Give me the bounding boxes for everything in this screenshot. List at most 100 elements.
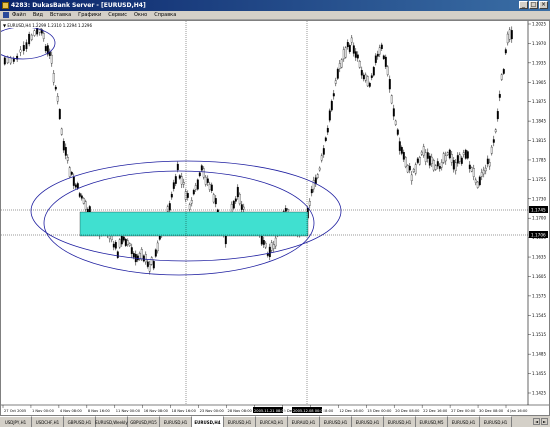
chart-tab[interactable]: GBPUSD,M15 xyxy=(128,416,160,427)
candle xyxy=(356,51,359,62)
time-axis-label: 11 Nov 00:00 xyxy=(116,409,141,413)
candle xyxy=(392,104,395,121)
candle xyxy=(498,90,501,102)
price-zone-rectangle[interactable] xyxy=(79,211,309,237)
candle xyxy=(206,175,209,187)
menu-view[interactable]: Вид xyxy=(33,12,43,18)
candle xyxy=(456,152,459,167)
menu-charts[interactable]: Графики xyxy=(78,12,101,18)
time-axis-label: 27 Oct 2005 xyxy=(4,409,26,413)
candle xyxy=(422,143,425,158)
chart-window[interactable]: 1.2025 1.1970 1.1935 1.1905 1.1875 1.1845 1.18… xyxy=(0,20,550,416)
chart-tab[interactable]: EURUSD,M5 xyxy=(416,416,448,427)
candle xyxy=(242,203,245,213)
candle xyxy=(442,151,445,165)
candle xyxy=(328,108,331,123)
candle xyxy=(482,166,485,178)
candle xyxy=(266,251,269,258)
time-axis-label: 12 Dec 16:00 xyxy=(339,409,364,413)
time-axis-label: 18 Nov 16:00 xyxy=(172,409,197,413)
candle xyxy=(414,162,417,176)
menu-tools[interactable]: Сервис xyxy=(108,12,127,18)
vline-1-time-text: 2005.11.21 08:00 xyxy=(254,409,287,413)
candle xyxy=(370,73,373,81)
candle xyxy=(198,171,201,178)
candle xyxy=(66,154,69,164)
menu-help[interactable]: Справка xyxy=(154,12,176,18)
candle xyxy=(112,240,115,251)
price-axis-label: 1.1635 xyxy=(532,255,546,260)
candle xyxy=(274,234,277,250)
chart-tab[interactable]: EURUSD,Weekly xyxy=(95,416,128,427)
price-axis-label: 1.1605 xyxy=(532,274,546,279)
chart-tab[interactable]: EURUSD,H4 xyxy=(192,416,224,427)
candle xyxy=(200,164,203,172)
candle xyxy=(346,39,349,50)
candle xyxy=(186,190,189,201)
hline-2-price-text: 1.1706 xyxy=(531,233,546,238)
candle xyxy=(488,158,491,170)
candle xyxy=(404,156,407,169)
price-axis-label: 1.1575 xyxy=(532,293,546,298)
time-axis-label: 4 Nov 08:00 xyxy=(60,409,83,413)
candle xyxy=(440,159,443,171)
price-axis-label: 1.1935 xyxy=(532,60,546,65)
document-icon[interactable] xyxy=(3,12,9,18)
candle xyxy=(192,188,195,196)
scroll-right-icon[interactable]: ► xyxy=(541,418,548,425)
candle xyxy=(466,150,469,160)
candle xyxy=(398,137,401,155)
time-axis-label: 27 Dec 00:00 xyxy=(451,409,476,413)
candle xyxy=(504,47,507,55)
chart-tab[interactable]: EURCAD,H1 xyxy=(256,416,288,427)
scroll-left-icon[interactable]: ◄ xyxy=(533,418,540,425)
candle xyxy=(374,53,377,66)
menu-insert[interactable]: Вставка xyxy=(50,12,71,18)
candle xyxy=(382,54,385,60)
chart-tab[interactable]: USDCHF,H1 xyxy=(32,416,64,427)
chart-tab[interactable]: EURUSD,H1 xyxy=(384,416,416,427)
chart-tab[interactable]: EURUSD,H1 xyxy=(448,416,480,427)
menu-window[interactable]: Окно xyxy=(134,12,147,18)
chart-tab[interactable]: EURUSD,H1 xyxy=(160,416,192,427)
candle xyxy=(376,50,379,60)
candle xyxy=(62,138,65,153)
menu-file[interactable]: Файл xyxy=(12,12,26,18)
minimize-button[interactable]: _ xyxy=(519,1,528,9)
candle xyxy=(54,85,57,92)
tab-scroll-controls: ◄ ► xyxy=(533,416,550,427)
candle xyxy=(60,127,63,136)
candle xyxy=(146,259,149,269)
candle xyxy=(232,199,235,210)
chart-tab[interactable]: EURUSD,H1 xyxy=(320,416,352,427)
price-chart[interactable]: 1.2025 1.1970 1.1935 1.1905 1.1875 1.1845 1.18… xyxy=(1,21,549,415)
close-button[interactable]: × xyxy=(539,1,548,9)
chart-tab[interactable]: EURUSD,H1 xyxy=(224,416,256,427)
window-controls: _ □ × xyxy=(519,1,548,9)
chart-tab[interactable]: GBPUSD,H1 xyxy=(64,416,96,427)
candle xyxy=(72,173,75,190)
candle xyxy=(52,70,55,86)
candle xyxy=(170,191,173,200)
chart-tab[interactable]: EURAUD,H1 xyxy=(288,416,320,427)
price-axis-label: 1.2025 xyxy=(532,22,546,27)
candle xyxy=(454,159,457,175)
chart-tab[interactable]: USDJPY,H1 xyxy=(0,416,32,427)
chart-tab[interactable]: EURUSD,H1 xyxy=(480,416,512,427)
candle xyxy=(40,27,43,36)
candle xyxy=(470,166,473,173)
candle xyxy=(202,166,205,180)
time-axis-label: 23 Nov 00:00 xyxy=(200,409,225,413)
candle xyxy=(326,125,329,136)
maximize-button[interactable]: □ xyxy=(529,1,538,9)
candle xyxy=(128,242,131,247)
candle xyxy=(364,72,367,83)
candle xyxy=(126,238,129,247)
chart-tab[interactable]: EURUSD,H1 xyxy=(352,416,384,427)
candle xyxy=(378,44,381,58)
price-axis-label: 1.1905 xyxy=(532,80,546,85)
candle xyxy=(33,29,36,37)
price-axis-label: 1.1700 xyxy=(532,216,546,221)
candle xyxy=(214,195,217,208)
candle xyxy=(390,94,393,105)
